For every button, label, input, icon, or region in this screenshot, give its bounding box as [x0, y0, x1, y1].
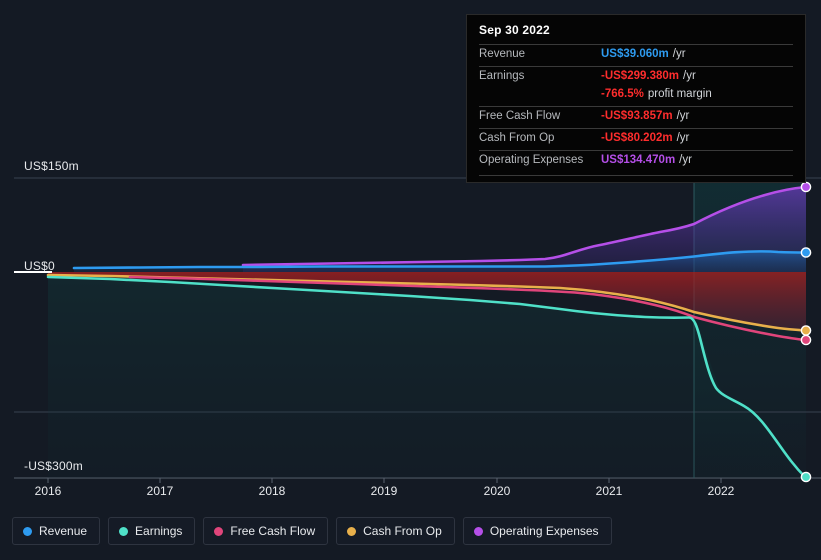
tooltip-row-profit-margin: -766.5% profit margin	[479, 88, 793, 106]
x-axis-tick-2016: 2016	[34, 484, 62, 498]
endpoint-revenue[interactable]	[800, 247, 812, 258]
x-axis-tick-2020: 2020	[483, 484, 511, 498]
x-axis-tick-2021: 2021	[595, 484, 623, 498]
tooltip-key-free-cash-flow: Free Cash Flow	[479, 110, 561, 122]
legend-dot-revenue	[23, 526, 32, 536]
legend-item-free-cash-flow[interactable]: Free Cash Flow	[203, 517, 329, 545]
tooltip-suffix-free-cash-flow: /yr	[676, 110, 690, 122]
tooltip-key-cash-from-op: Cash From Op	[479, 132, 555, 144]
tooltip-row-free-cash-flow: Free Cash Flow -US$93.857m /yr	[479, 106, 793, 128]
x-axis-tick-2017: 2017	[146, 484, 174, 498]
legend-item-operating-expenses[interactable]: Operating Expenses	[462, 517, 612, 545]
financial-chart: US$150m US$0 -US$300m 2016 2017 2018 201…	[0, 0, 821, 560]
legend-label-earnings: Earnings	[135, 524, 183, 538]
tooltip-value-free-cash-flow: -US$93.857m	[601, 110, 673, 122]
legend-label-revenue: Revenue	[39, 524, 88, 538]
x-axis-tick-2019: 2019	[370, 484, 398, 498]
chart-legend: Revenue Earnings Free Cash Flow Cash Fro…	[12, 517, 612, 545]
tooltip-row-operating-expenses: Operating Expenses US$134.470m /yr	[479, 150, 793, 172]
legend-dot-cash-from-op	[347, 526, 357, 536]
x-axis-tick-2022: 2022	[707, 484, 735, 498]
legend-dot-operating-expenses	[473, 526, 483, 536]
tooltip-value-operating-expenses: US$134.470m	[601, 154, 676, 166]
tooltip-key-earnings: Earnings	[479, 70, 525, 82]
legend-item-cash-from-op[interactable]: Cash From Op	[336, 517, 455, 545]
tooltip-value-cash-from-op: -US$80.202m	[601, 132, 673, 144]
tooltip-suffix-earnings: /yr	[683, 70, 696, 82]
tooltip-value-earnings: -US$299.380m	[601, 70, 679, 82]
tooltip-suffix-operating-expenses: /yr	[679, 154, 692, 166]
legend-dot-free-cash-flow	[214, 526, 224, 536]
tooltip-key-revenue: Revenue	[479, 48, 526, 60]
tooltip-suffix-profit-margin: profit margin	[647, 88, 712, 100]
tooltip-suffix-revenue: /yr	[672, 48, 686, 60]
tooltip-row-earnings: Earnings -US$299.380m /yr	[479, 66, 793, 88]
legend-item-revenue[interactable]: Revenue	[12, 517, 101, 545]
tooltip-date: Sep 30 2022	[479, 23, 550, 37]
legend-label-free-cash-flow: Free Cash Flow	[230, 524, 316, 538]
tooltip-bottom-divider	[479, 175, 793, 176]
tooltip-row-revenue: Revenue US$39.060m /yr	[479, 44, 793, 66]
tooltip-value-profit-margin: -766.5%	[601, 88, 644, 100]
legend-dot-earnings	[119, 526, 129, 536]
endpoint-cash-from-op[interactable]	[800, 325, 812, 336]
tooltip-value-revenue: US$39.060m	[601, 48, 669, 60]
legend-label-operating-expenses: Operating Expenses	[489, 524, 599, 538]
endpoint-earnings[interactable]	[800, 471, 812, 483]
legend-item-earnings[interactable]: Earnings	[108, 517, 196, 545]
tooltip-row-cash-from-op: Cash From Op -US$80.202m /yr	[479, 128, 793, 150]
tooltip-suffix-cash-from-op: /yr	[676, 132, 690, 144]
tooltip-key-operating-expenses: Operating Expenses	[479, 154, 584, 166]
chart-tooltip: Sep 30 2022 Revenue US$39.060m /yr Earni…	[466, 14, 806, 183]
x-axis-tick-2018: 2018	[258, 484, 286, 498]
endpoint-free-cash-flow[interactable]	[800, 334, 812, 346]
endpoint-operating-expenses[interactable]	[800, 181, 812, 193]
legend-label-cash-from-op: Cash From Op	[363, 524, 442, 538]
